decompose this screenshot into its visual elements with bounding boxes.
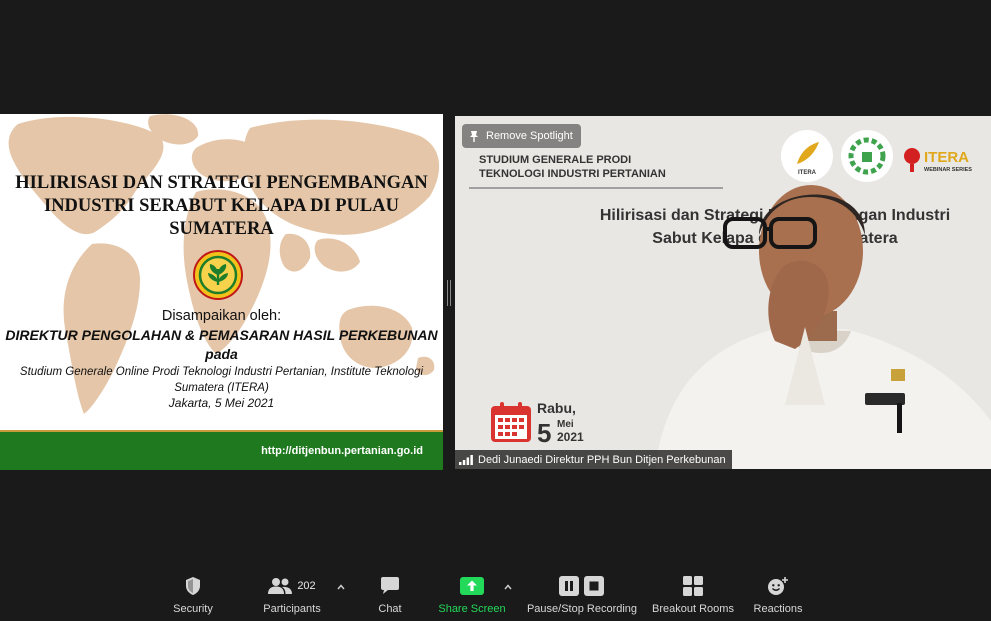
speaker-video-tile[interactable]: STUDIUM GENERALE PRODI TEKNOLOGI INDUSTR… (455, 116, 991, 469)
event-line: Sumatera (ITERA) (174, 382, 269, 394)
day-name: Rabu, (537, 400, 576, 416)
chat-label: Chat (378, 603, 402, 615)
shield-icon (186, 577, 200, 595)
signal-bars-icon (459, 454, 473, 465)
slide-footer: http://ditjenbun.pertanian.go.id (0, 432, 443, 470)
reactions-button[interactable]: Reactions (748, 570, 808, 621)
security-button[interactable]: Security (164, 570, 222, 621)
month-label: Mei (557, 419, 574, 430)
ministry-emblem-icon (193, 250, 243, 300)
split-view-resize-handle[interactable] (447, 280, 451, 306)
slide-date: Jakarta, 5 Mei 2021 (168, 396, 275, 410)
banner-line: STUDIUM GENERALE PRODI (479, 154, 632, 166)
pada-label: pada (205, 346, 238, 362)
event-description: Studium Generale Online Prodi Teknologi … (8, 364, 435, 396)
slide-title-line: HILIRISASI DAN STRATEGI PENGEMBANGAN (15, 173, 428, 193)
chat-button[interactable]: Chat (370, 570, 410, 621)
security-label: Security (173, 603, 213, 615)
participant-name: Dedi Junaedi Direktur PPH Bun Ditjen Per… (478, 453, 726, 466)
day-number: 5 (537, 418, 552, 448)
participants-label: Participants (263, 603, 321, 615)
remove-spotlight-label: Remove Spotlight (486, 130, 573, 142)
svg-text:ITERA: ITERA (924, 149, 969, 166)
breakout-rooms-button[interactable]: Breakout Rooms (648, 570, 738, 621)
chat-bubble-icon (381, 577, 399, 594)
presenter-title: DIREKTUR PENGOLAHAN & PEMASARAN HASIL PE… (5, 327, 438, 343)
pause-stop-recording-button[interactable]: Pause/Stop Recording (522, 570, 642, 621)
participants-chevron-up-icon[interactable] (336, 582, 346, 592)
presented-by-label: Disampaikan oleh: (161, 308, 282, 324)
participant-count: 202 (297, 580, 316, 592)
footer-url: http://ditjenbun.pertanian.go.id (261, 445, 423, 457)
shared-screen-slide: HILIRISASI DAN STRATEGI PENGEMBANGAN IND… (0, 114, 443, 470)
remove-spotlight-button[interactable]: Remove Spotlight (462, 124, 581, 148)
share-screen-button[interactable]: Share Screen (436, 570, 508, 621)
smiley-plus-icon (768, 577, 788, 595)
breakout-rooms-label: Breakout Rooms (652, 603, 734, 615)
slide-title: HILIRISASI DAN STRATEGI PENGEMBANGAN IND… (0, 172, 443, 241)
speaker-silhouette (655, 185, 991, 469)
record-label: Pause/Stop Recording (526, 603, 638, 615)
share-screen-chevron-up-icon[interactable] (503, 582, 513, 592)
event-line: Studium Generale Online Prodi Teknologi … (19, 366, 424, 378)
share-screen-icon (460, 577, 484, 595)
participant-name-bar: Dedi Junaedi Direktur PPH Bun Ditjen Per… (455, 450, 732, 469)
pause-stop-icon (559, 576, 604, 596)
breakout-rooms-icon (683, 576, 703, 596)
slide-title-line: INDUSTRI SERABUT KELAPA DI PULAU (44, 196, 399, 216)
calendar-icon (491, 402, 531, 442)
pin-icon (470, 130, 478, 142)
reactions-label: Reactions (753, 603, 803, 615)
participants-button[interactable]: 202 Participants (258, 570, 326, 621)
slide-title-line: SUMATERA (169, 219, 274, 239)
share-screen-label: Share Screen (438, 603, 506, 615)
year-label: 2021 (557, 430, 584, 444)
participants-icon (268, 578, 293, 594)
meeting-toolbar: Security 202 Participants Chat Share Scr… (0, 570, 991, 621)
